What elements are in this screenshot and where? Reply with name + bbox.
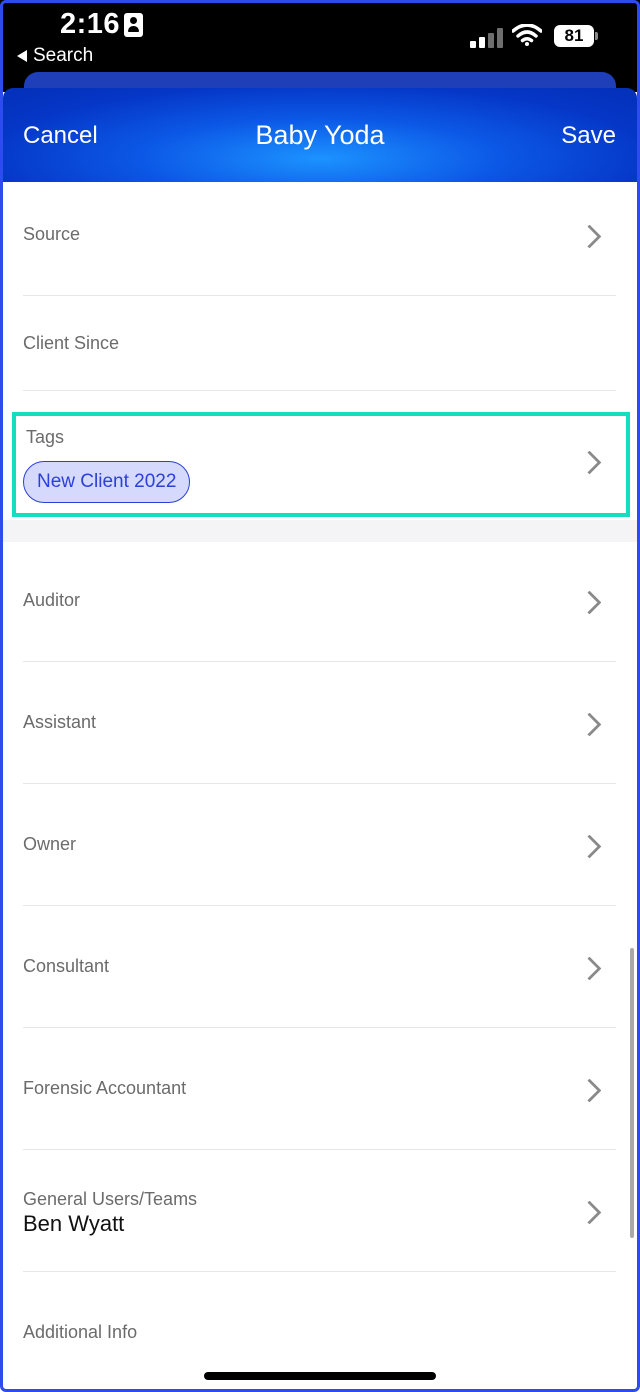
row-client-since[interactable]: Client Since [3, 296, 637, 391]
row-label: Forensic Accountant [23, 1078, 187, 1098]
row-assistant[interactable]: Assistant [3, 662, 637, 784]
wifi-icon [512, 24, 542, 46]
row-owner[interactable]: Owner [3, 784, 637, 906]
chevron-right-icon [577, 590, 602, 615]
row-label: General Users/Teams [23, 1189, 198, 1209]
row-value: Ben Wyatt [23, 1211, 125, 1236]
scrollbar[interactable] [630, 948, 634, 1238]
row-label: Additional Info [23, 1322, 138, 1342]
home-indicator[interactable] [204, 1372, 436, 1380]
status-time: 2:16 [60, 8, 121, 40]
row-label: Client Since [23, 333, 120, 353]
row-label: Source [23, 224, 81, 244]
tags-highlight-box [12, 412, 630, 517]
back-to-search-label: Search [33, 45, 94, 66]
section-separator [3, 520, 637, 542]
row-label: Auditor [23, 590, 81, 610]
row-forensic-accountant[interactable]: Forensic Accountant [3, 1028, 637, 1150]
battery-icon: 81 [554, 25, 594, 47]
page-title: Baby Yoda [255, 120, 385, 150]
row-additional-info[interactable]: Additional Info [3, 1272, 637, 1388]
row-general-users[interactable]: General Users/Teams Ben Wyatt [3, 1150, 637, 1272]
row-source[interactable]: Source [3, 182, 637, 296]
row-label: Assistant [23, 712, 97, 732]
save-button[interactable]: Save [561, 122, 616, 150]
chevron-right-icon [577, 1078, 602, 1103]
chevron-right-icon [577, 712, 602, 737]
row-label: Consultant [23, 956, 110, 976]
nav-header: Cancel Baby Yoda Save [3, 88, 637, 182]
row-label: Owner [23, 834, 77, 854]
row-auditor[interactable]: Auditor [3, 542, 637, 662]
chevron-right-icon [577, 224, 602, 249]
back-arrow-icon [17, 50, 27, 62]
battery-tip [595, 32, 598, 40]
battery-level: 81 [564, 26, 584, 45]
chevron-right-icon [577, 1200, 602, 1225]
row-consultant[interactable]: Consultant [3, 906, 637, 1028]
signal-icon [470, 28, 504, 48]
chevron-right-icon [577, 956, 602, 981]
chevron-right-icon [577, 834, 602, 859]
contact-card-icon [124, 13, 143, 37]
back-to-search-link[interactable]: Search [17, 45, 93, 67]
